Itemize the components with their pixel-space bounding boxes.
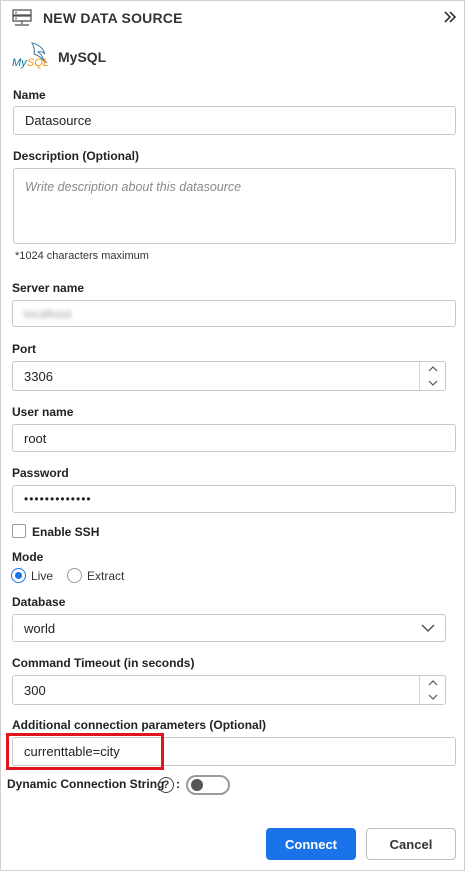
port-spinner [419,362,445,390]
mode-extract-label: Extract [87,569,125,583]
dynamic-connection-colon: : [176,777,180,791]
chevron-down-icon [421,624,435,632]
command-timeout-value: 300 [24,682,46,698]
database-select[interactable]: world [12,614,446,642]
port-decrement-button[interactable] [420,376,446,390]
user-name-label: User name [12,405,74,419]
panel-title: NEW DATA SOURCE [43,10,183,26]
dynamic-connection-toggle[interactable] [186,775,230,795]
dynamic-connection-label: Dynamic Connection String [7,777,165,791]
cancel-button[interactable]: Cancel [366,828,456,860]
description-textarea[interactable]: Write description about this datasource [13,168,456,244]
name-label: Name [13,88,46,102]
timeout-decrement-button[interactable] [420,690,446,704]
enable-ssh-checkbox[interactable] [12,524,26,538]
mysql-logo: My SQL [12,42,49,69]
user-name-input[interactable]: root [12,424,456,452]
server-name-input[interactable]: localhost [12,300,456,327]
panel-header: NEW DATA SOURCE [1,1,464,35]
help-icon[interactable]: ? [158,777,174,793]
port-increment-button[interactable] [420,362,446,376]
server-name-value: localhost [24,306,72,321]
help-icon-glyph: ? [162,779,170,791]
toggle-knob [191,779,203,791]
chevron-up-icon [428,366,438,372]
svg-text:SQL: SQL [27,57,49,69]
new-data-source-panel: NEW DATA SOURCE My SQL MySQL Name Dataso… [0,0,465,871]
description-label: Description (Optional) [13,149,139,163]
database-value: world [24,620,56,636]
name-input[interactable]: Datasource [13,106,456,135]
user-name-value: root [24,430,47,446]
connection-type-name: MySQL [58,49,107,65]
mode-extract-radio[interactable] [67,568,82,583]
additional-params-value: currenttable=city [24,744,120,759]
additional-params-label: Additional connection parameters (Option… [12,718,267,732]
port-input[interactable]: 3306 [12,361,446,391]
password-input[interactable]: ••••••••••••• [12,485,456,513]
password-value: ••••••••••••• [24,492,92,506]
description-hint: *1024 characters maximum [15,250,149,262]
port-value: 3306 [24,368,53,384]
additional-params-input[interactable]: currenttable=city [12,737,456,766]
svg-text:My: My [12,57,28,69]
command-timeout-input[interactable]: 300 [12,675,446,705]
connect-button[interactable]: Connect [266,828,356,860]
database-server-icon [12,9,32,26]
enable-ssh-label: Enable SSH [32,525,100,539]
mode-live-radio[interactable] [11,568,26,583]
mode-label: Mode [12,550,44,564]
chevron-down-icon [428,380,438,386]
name-value: Datasource [25,113,92,128]
timeout-increment-button[interactable] [420,676,446,690]
mode-live-label: Live [31,569,54,583]
command-timeout-spinner [419,676,445,704]
command-timeout-label: Command Timeout (in seconds) [12,656,195,670]
chevron-down-icon [428,694,438,700]
port-label: Port [12,342,36,356]
chevron-up-icon [428,680,438,686]
description-placeholder: Write description about this datasource [25,180,242,194]
server-name-label: Server name [12,281,85,295]
password-label: Password [12,466,69,480]
double-chevron-right-icon[interactable] [443,9,457,25]
database-label: Database [12,595,66,609]
